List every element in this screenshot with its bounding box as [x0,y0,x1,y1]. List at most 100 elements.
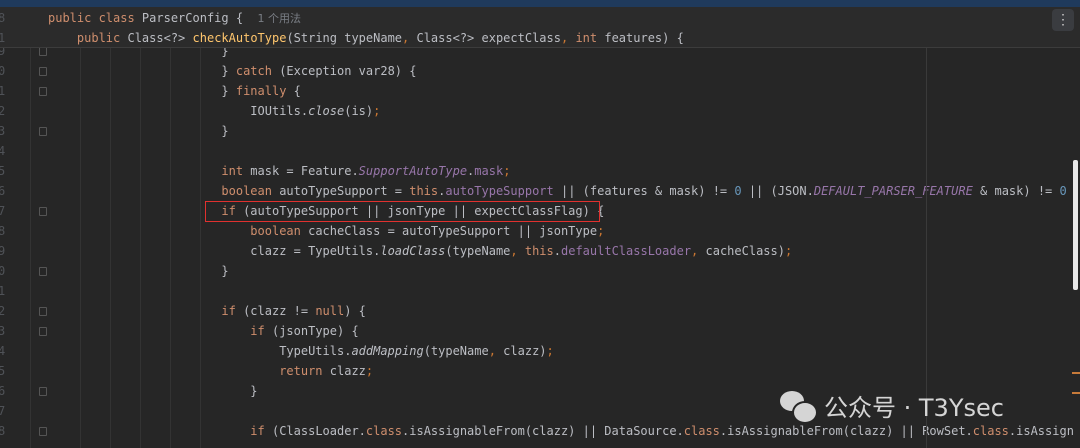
line-number[interactable]: 6 [0,381,12,401]
code-token: this [524,244,554,258]
code-token: clazz = TypeUtils. [48,244,381,258]
code-line[interactable]: 3 } [0,121,1080,141]
line-number[interactable]: 7 [0,201,12,221]
code-token: this [409,184,439,198]
code-text: if (jsonType) { [48,321,358,341]
code-token: cacheClass = autoTypeSupport || jsonType [308,224,598,238]
line-number[interactable]: 1 [0,28,12,48]
code-token: .isAssignableFrom(clazz) || RowSet. [719,424,973,438]
code-line[interactable]: 1 } finally { [0,81,1080,101]
code-line[interactable]: 8 if (ClassLoader.class.isAssignableFrom… [0,421,1080,441]
vertical-scrollbar[interactable] [1073,160,1078,290]
code-token: SupportAutoType [358,164,468,178]
code-text: clazz = TypeUtils.loadClass(typeName, th… [48,241,792,261]
code-token: . [553,244,561,258]
fold-icon[interactable] [39,87,47,96]
code-text: } [48,121,228,141]
fold-icon[interactable] [39,127,47,136]
sticky-scope-header[interactable]: 8 public class ParserConfig { 1 个用法 1 publ… [0,7,1080,48]
highlight-box [205,201,600,222]
code-line[interactable]: 2 IOUtils.close(is); [0,101,1080,121]
code-token: , [560,31,576,45]
fold-icon[interactable] [39,67,47,76]
code-line[interactable]: 6 boolean autoTypeSupport = this.autoTyp… [0,181,1080,201]
code-token: autoTypeSupport = [279,184,410,198]
line-number[interactable]: 0 [0,61,12,81]
usage-hint[interactable]: 1 个用法 [258,12,302,25]
line-number[interactable]: 5 [0,161,12,181]
code-token: (is) [344,104,374,118]
code-token: boolean [48,184,280,198]
code-token: defaultClassLoader [561,244,692,258]
code-token: if [48,324,272,338]
code-token: public [48,31,128,45]
code-token: Class<?> [127,31,193,45]
code-token: class [972,424,1009,438]
fold-icon[interactable] [39,207,47,216]
code-line[interactable]: 0 } [0,261,1080,281]
code-token: class [365,424,403,438]
code-text: if (clazz != null) { [48,301,366,321]
code-token: .isAssign [1008,424,1074,438]
line-number[interactable]: 1 [0,81,12,101]
fold-icon[interactable] [39,427,47,436]
line-number[interactable]: 8 [0,421,12,441]
line-number[interactable]: 8 [0,221,12,241]
line-number[interactable]: 1 [0,281,12,301]
line-number[interactable]: 2 [0,101,12,121]
code-text: } [48,261,228,281]
code-token: ; [365,364,374,378]
code-token: DEFAULT_PARSER_FEATURE [813,184,973,198]
code-token: ; [597,224,605,238]
line-number[interactable]: 0 [0,261,12,281]
line-number[interactable]: 5 [0,361,12,381]
code-text: public class ParserConfig { 1 个用法 [48,8,301,29]
fold-icon[interactable] [39,327,47,336]
line-number[interactable]: 4 [0,341,12,361]
code-text: int mask = Feature.SupportAutoType.mask; [48,161,510,181]
line-number[interactable]: 4 [0,141,12,161]
code-line[interactable]: 5 return clazz; [0,361,1080,381]
watermark-label: 公众号 · T3Ysec [824,394,1004,422]
code-line[interactable]: 2 if (clazz != null) { [0,301,1080,321]
code-line[interactable]: 3 if (jsonType) { [0,321,1080,341]
code-token: close [308,104,345,118]
line-number[interactable]: 3 [0,121,12,141]
code-token: TypeUtils. [48,344,352,358]
line-number[interactable]: 7 [0,401,12,421]
code-text: boolean autoTypeSupport = this.autoTypeS… [48,181,1066,201]
code-line[interactable]: 0 } catch (Exception var28) { [0,61,1080,81]
code-token: int [48,164,251,178]
code-token: if [48,304,244,318]
line-number[interactable]: 3 [0,321,12,341]
code-line[interactable]: 1 public Class<?> checkAutoType(String t… [0,28,1080,48]
fold-icon[interactable] [39,387,47,396]
code-line[interactable]: 1 [0,281,1080,301]
code-line[interactable]: 8 public class ParserConfig { 1 个用法 [0,8,1080,28]
code-token: mask [474,164,504,178]
fold-icon[interactable] [39,47,47,56]
code-token: 0 [734,184,742,198]
code-token: class [683,424,720,438]
code-token: public class [48,11,142,25]
code-token: boolean [48,224,309,238]
code-text: return clazz; [48,361,373,381]
code-text: public Class<?> checkAutoType(String typ… [48,28,684,48]
code-line[interactable]: 4 TypeUtils.addMapping(typeName, clazz); [0,341,1080,361]
code-line[interactable]: 9 clazz = TypeUtils.loadClass(typeName, … [0,241,1080,261]
fold-icon[interactable] [39,267,47,276]
code-token: (typeName [423,344,489,358]
fold-icon[interactable] [39,307,47,316]
code-token: || (JSON. [741,184,814,198]
code-token: return [48,364,330,378]
line-number[interactable]: 8 [0,8,12,28]
code-token: loadClass [380,244,446,258]
code-line[interactable]: 8 boolean cacheClass = autoTypeSupport |… [0,221,1080,241]
code-text: TypeUtils.addMapping(typeName, clazz); [48,341,554,361]
line-number[interactable]: 9 [0,241,12,261]
line-number[interactable]: 2 [0,301,12,321]
line-number[interactable]: 6 [0,181,12,201]
more-vertical-icon[interactable]: ⋮ [1052,9,1074,31]
code-line[interactable]: 4 [0,141,1080,161]
code-line[interactable]: 5 int mask = Feature.SupportAutoType.mas… [0,161,1080,181]
